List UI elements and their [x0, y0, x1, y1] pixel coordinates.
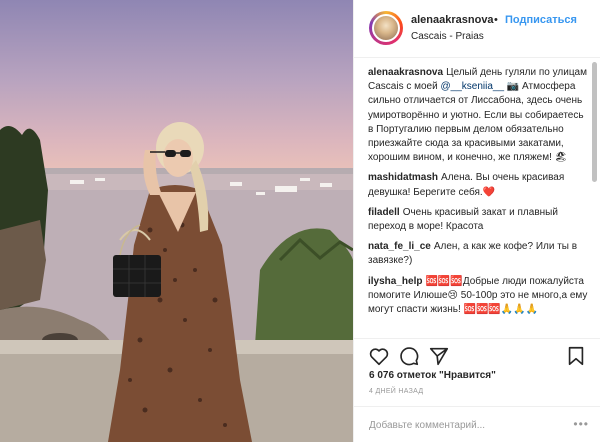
comment-username[interactable]: alenaakrasnova — [368, 67, 443, 78]
more-options-icon[interactable]: ••• — [573, 417, 589, 431]
comment-item: mashidatmash Алена. Вы очень красивая дев… — [368, 171, 590, 199]
comment-text: 📷 Атмосфера сильно отличается от Лиссабо… — [368, 81, 584, 164]
comment-item: nata_fe_li_ce Ален, а как же кофе? Или ты… — [368, 240, 590, 268]
photo-scene — [0, 122, 353, 442]
bookmark-icon[interactable] — [565, 345, 587, 367]
post-date[interactable]: 4 ДНЕЙ НАЗАД — [369, 388, 423, 395]
action-bar — [354, 338, 600, 374]
avatar-image — [372, 14, 400, 42]
post-photo[interactable] — [0, 0, 353, 442]
header-separator: • — [494, 14, 498, 26]
post-location[interactable]: Cascais - Praias — [411, 31, 484, 42]
add-comment-bar: ••• — [354, 406, 600, 442]
comment-username[interactable]: ilysha_help — [368, 276, 422, 287]
author-username[interactable]: alenaakrasnova — [411, 14, 494, 26]
avatar[interactable] — [369, 11, 403, 45]
comment-username[interactable]: mashidatmash — [368, 172, 438, 183]
caption-comment: alenaakrasnova Целый день гуляли по улица… — [368, 66, 590, 165]
heart-icon[interactable] — [368, 345, 390, 367]
comment-username[interactable]: nata_fe_li_ce — [368, 241, 431, 252]
post-panel: alenaakrasnova • Подписаться Cascais - P… — [353, 0, 600, 442]
comment-username[interactable]: filadell — [368, 207, 400, 218]
comment-item: ilysha_help 🆘🆘🆘Добрые люди пожалуйста пом… — [368, 275, 590, 318]
comments-scrollbar[interactable] — [592, 62, 597, 182]
comment-item: filadell Очень красивый закат и плавный п… — [368, 206, 590, 234]
comment-mention[interactable]: @__kseniia__ — [441, 81, 505, 92]
share-icon[interactable] — [428, 345, 450, 367]
comments-list: alenaakrasnova Целый день гуляли по улица… — [368, 66, 590, 338]
comment-icon[interactable] — [398, 345, 420, 367]
post-header: alenaakrasnova • Подписаться Cascais - P… — [354, 0, 600, 58]
likes-count[interactable]: 6 076 отметок "Нравится" — [369, 370, 496, 381]
comment-input[interactable] — [369, 417, 569, 433]
follow-button[interactable]: Подписаться — [505, 14, 577, 26]
